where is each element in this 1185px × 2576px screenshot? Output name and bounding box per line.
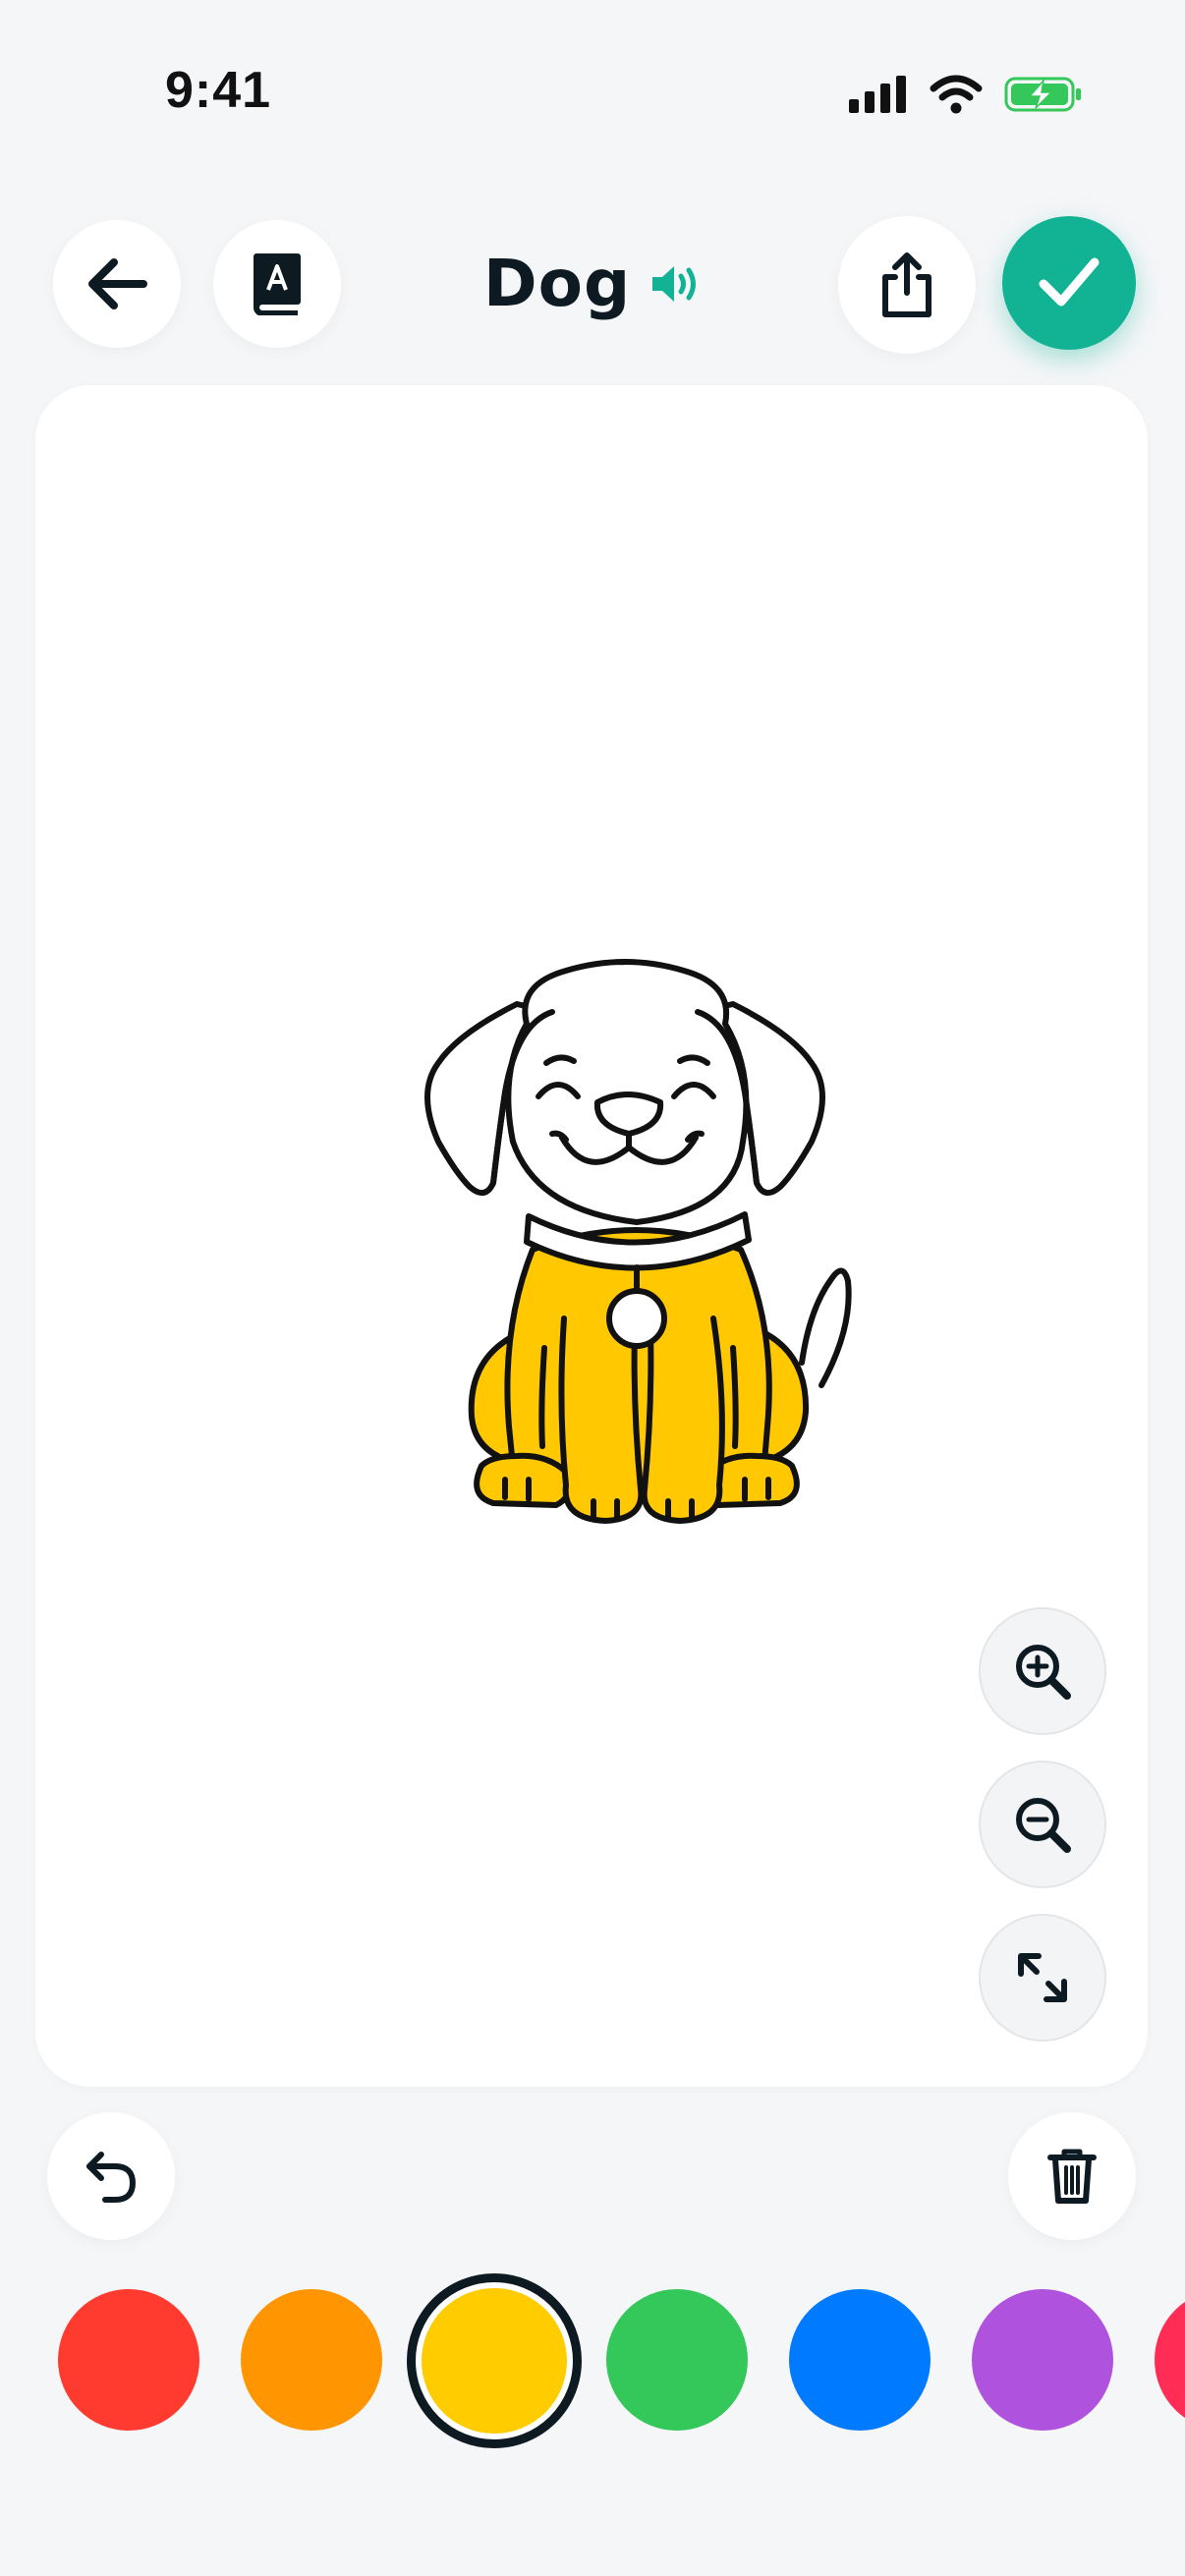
color-swatch-pink[interactable] (1155, 2289, 1185, 2431)
trash-icon (1047, 2149, 1097, 2204)
status-bar: 9:41 (0, 0, 1185, 138)
zoom-out-icon (1016, 1798, 1071, 1853)
wifi-icon (930, 75, 983, 114)
share-icon (882, 252, 931, 317)
color-swatch-purple[interactable] (972, 2289, 1113, 2431)
trash-button[interactable] (1008, 2112, 1136, 2240)
color-swatch-red[interactable] (58, 2289, 199, 2431)
color-swatch-blue[interactable] (789, 2289, 931, 2431)
fit-to-screen-button[interactable] (979, 1914, 1106, 2042)
color-swatch-orange[interactable] (241, 2289, 382, 2431)
page-title: Dog (482, 246, 632, 321)
undo-icon (86, 2152, 136, 2203)
undo-button[interactable] (47, 2112, 175, 2240)
checkmark-icon (1039, 257, 1100, 307)
speaker-icon[interactable] (650, 262, 702, 306)
fit-to-screen-icon (1018, 1953, 1067, 2002)
status-icons (849, 75, 1083, 114)
status-time: 9:41 (165, 62, 272, 119)
zoom-in-icon (1016, 1645, 1071, 1700)
cellular-signal-icon (849, 76, 906, 113)
dog-coloring-page[interactable] (369, 916, 880, 1564)
done-button[interactable] (1002, 216, 1136, 350)
battery-charging-icon (1004, 77, 1081, 112)
color-swatch-yellow-selected[interactable] (407, 2273, 582, 2448)
color-palette (0, 2260, 1185, 2456)
share-button[interactable] (838, 216, 976, 354)
zoom-in-button[interactable] (979, 1607, 1106, 1735)
zoom-out-button[interactable] (979, 1761, 1106, 1888)
coloring-canvas[interactable] (35, 385, 1148, 2087)
color-swatch-green[interactable] (606, 2289, 748, 2431)
